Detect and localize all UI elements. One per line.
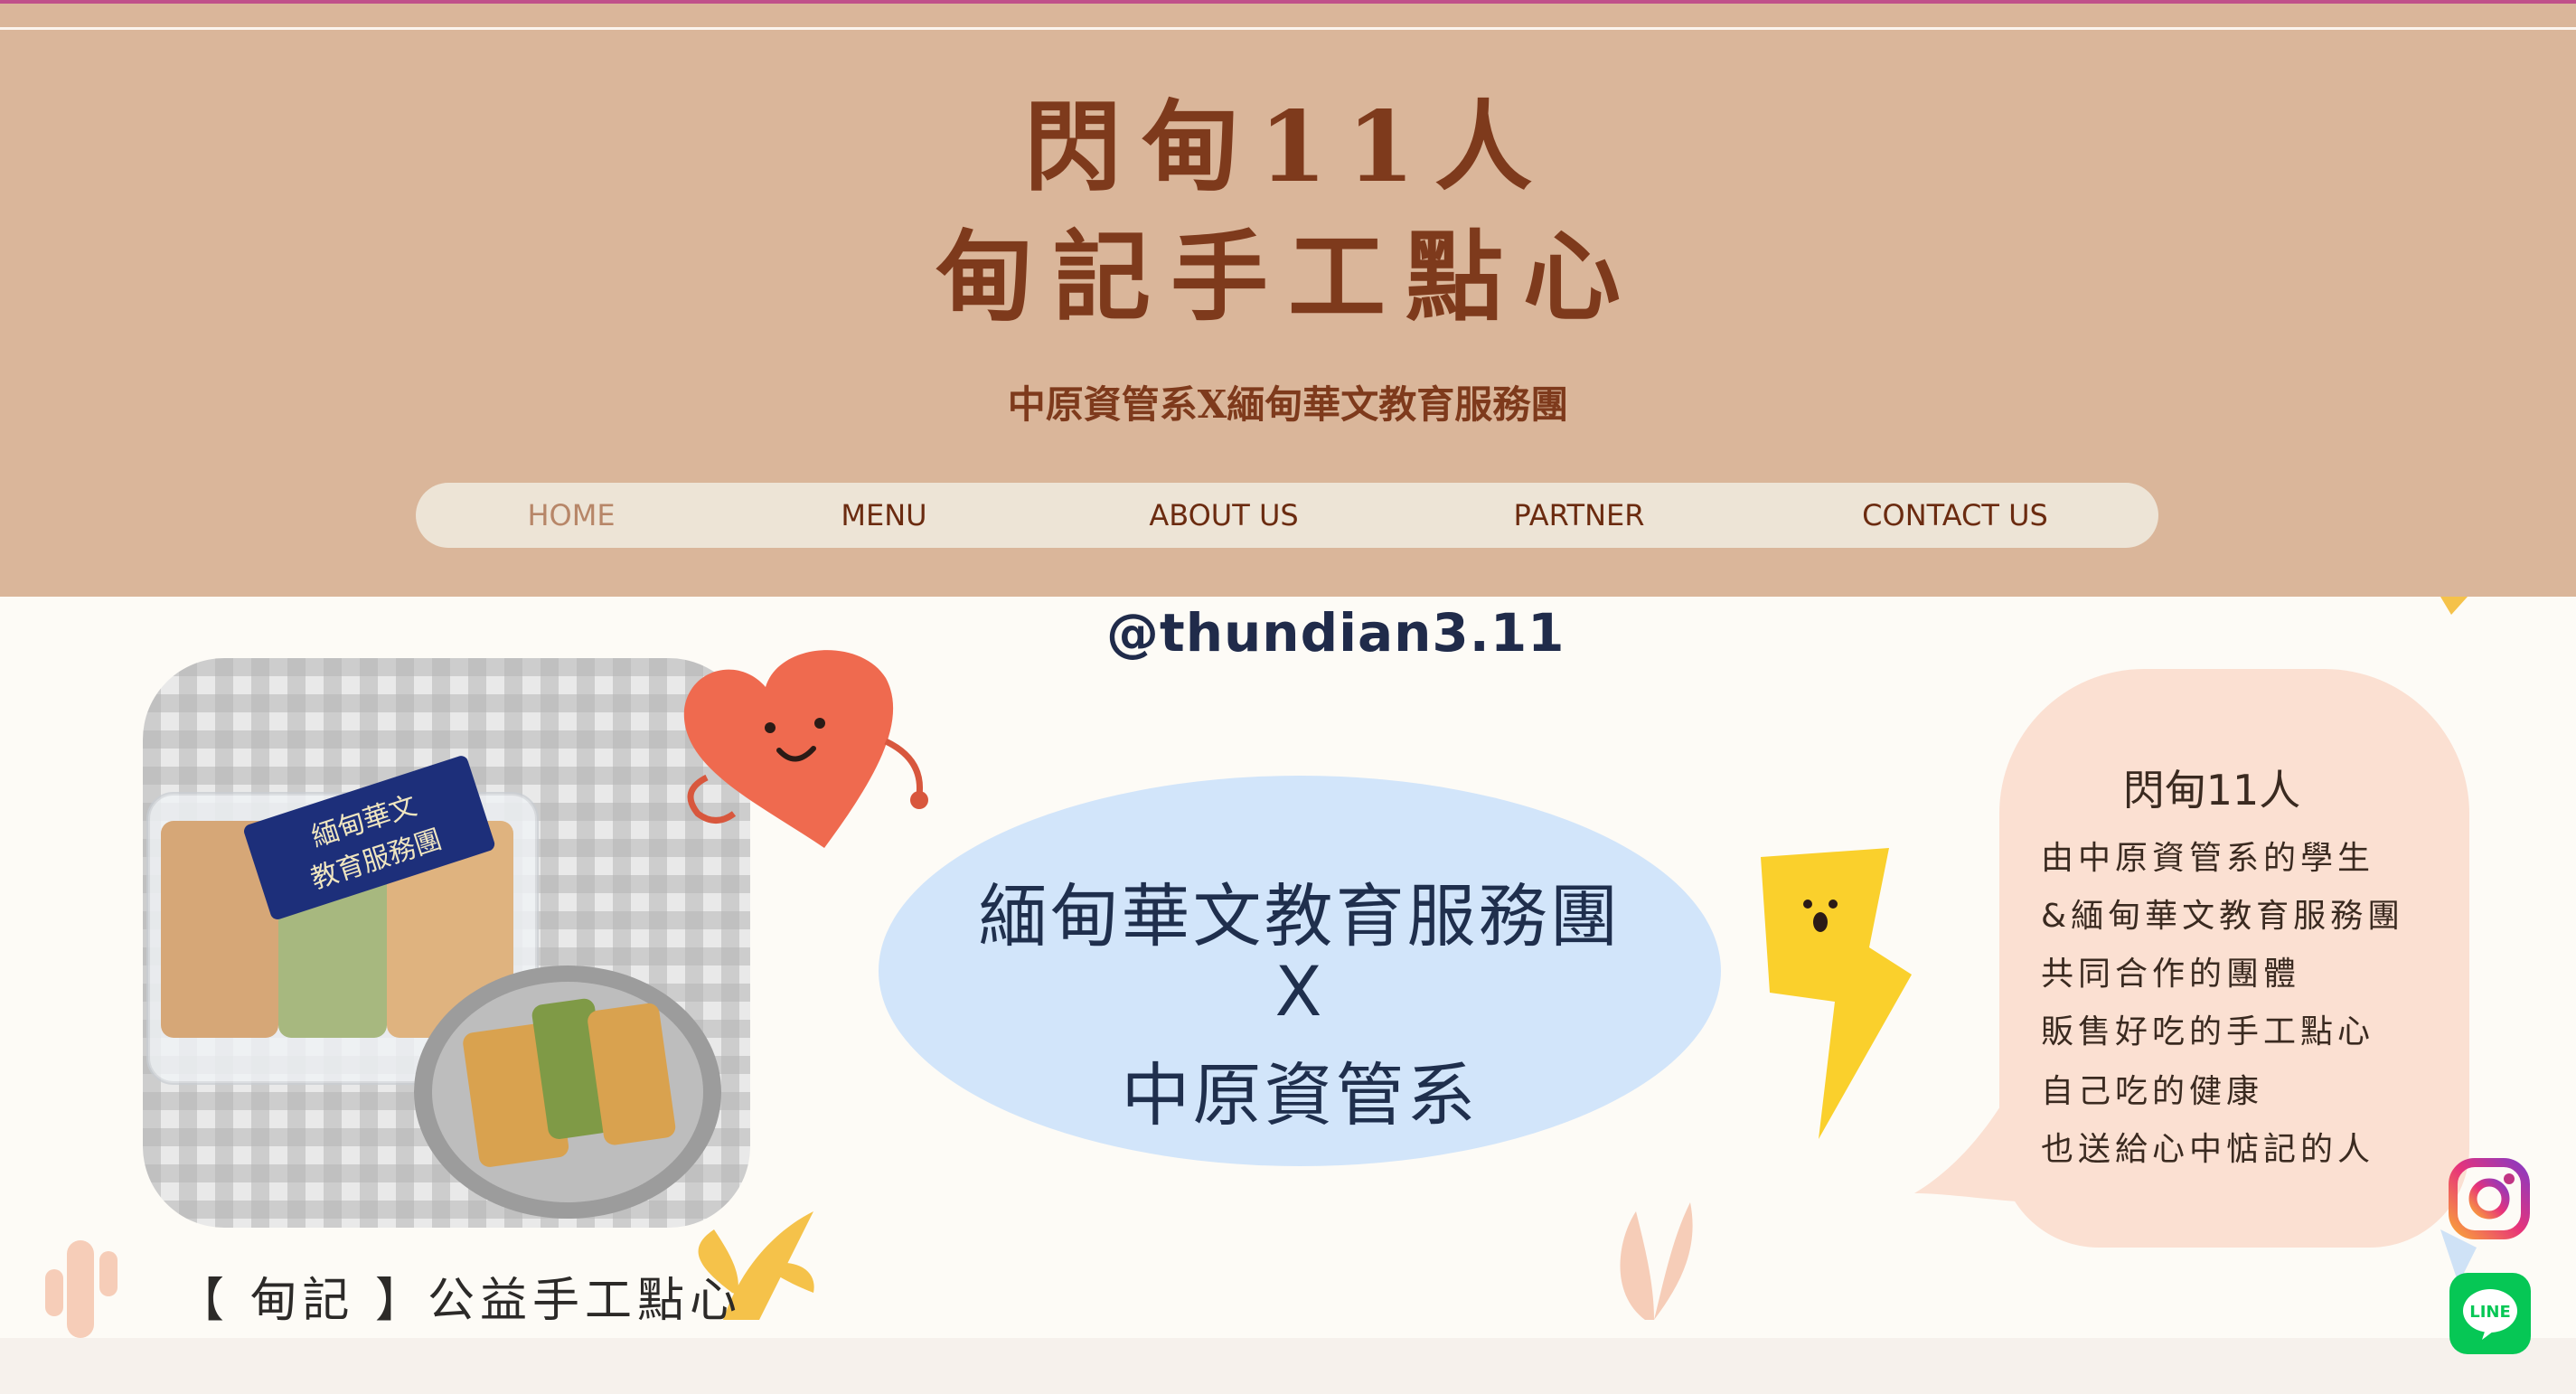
line-icon: LINE bbox=[2449, 1273, 2531, 1354]
center-text-line1: 緬甸華文教育服務團 bbox=[978, 876, 1622, 956]
bubble-line: 自己吃的健康 bbox=[2041, 1073, 2264, 1110]
nav-partner[interactable]: PARTNER bbox=[1514, 483, 1645, 548]
nav-contact-us[interactable]: CONTACT US bbox=[1862, 483, 2048, 548]
hero-banner: @thundian3.11 緬甸華文 教育服務團 緬甸華文教育服務團 X 中原資… bbox=[0, 597, 2576, 1338]
line-button[interactable]: LINE bbox=[2449, 1273, 2531, 1354]
instagram-handle: @thundian3.11 bbox=[1106, 602, 1565, 664]
nav-home[interactable]: HOME bbox=[527, 483, 615, 548]
nav-menu[interactable]: MENU bbox=[841, 483, 926, 548]
center-text-line3: 中原資管系 bbox=[1121, 1055, 1479, 1135]
site-header: 閃甸11人 甸記手工點心 中原資管系X緬甸華文教育服務團 HOME MENU A… bbox=[0, 4, 2576, 597]
line-label: LINE bbox=[2469, 1303, 2511, 1322]
lightning-icon bbox=[1761, 848, 1912, 1139]
site-title: 閃甸11人 bbox=[1023, 90, 1553, 204]
product-caption: 【 甸記 】公益手工點心 bbox=[177, 1274, 743, 1328]
header-divider bbox=[0, 27, 2576, 30]
bubble-line: 共同合作的團體 bbox=[2041, 956, 2301, 993]
bubble-title: 閃甸11人 bbox=[2122, 766, 2301, 815]
bubble-line: 販售好吃的手工點心 bbox=[2041, 1013, 2375, 1050]
bubble-line: 也送給心中惦記的人 bbox=[2041, 1131, 2375, 1168]
bubble-line: &緬甸華文教育服務團 bbox=[2041, 898, 2405, 935]
plant-icon bbox=[1620, 1202, 1693, 1320]
instagram-icon[interactable] bbox=[2448, 1157, 2531, 1240]
bubble-tail bbox=[1914, 1067, 2041, 1202]
page-bottom-strip bbox=[0, 1338, 2576, 1394]
site-subtitle: 中原資管系X緬甸華文教育服務團 bbox=[1007, 382, 1569, 427]
main-nav: HOME MENU ABOUT US PARTNER CONTACT US bbox=[416, 483, 2158, 548]
bubble-line: 由中原資管系的學生 bbox=[2041, 840, 2375, 877]
nav-about-us[interactable]: ABOUT US bbox=[1149, 483, 1298, 548]
cactus-icon bbox=[45, 1240, 118, 1338]
center-text-line2: X bbox=[1274, 951, 1325, 1031]
site-title-secondary: 甸記手工點心 bbox=[935, 221, 1641, 334]
heart-icon bbox=[683, 650, 928, 848]
